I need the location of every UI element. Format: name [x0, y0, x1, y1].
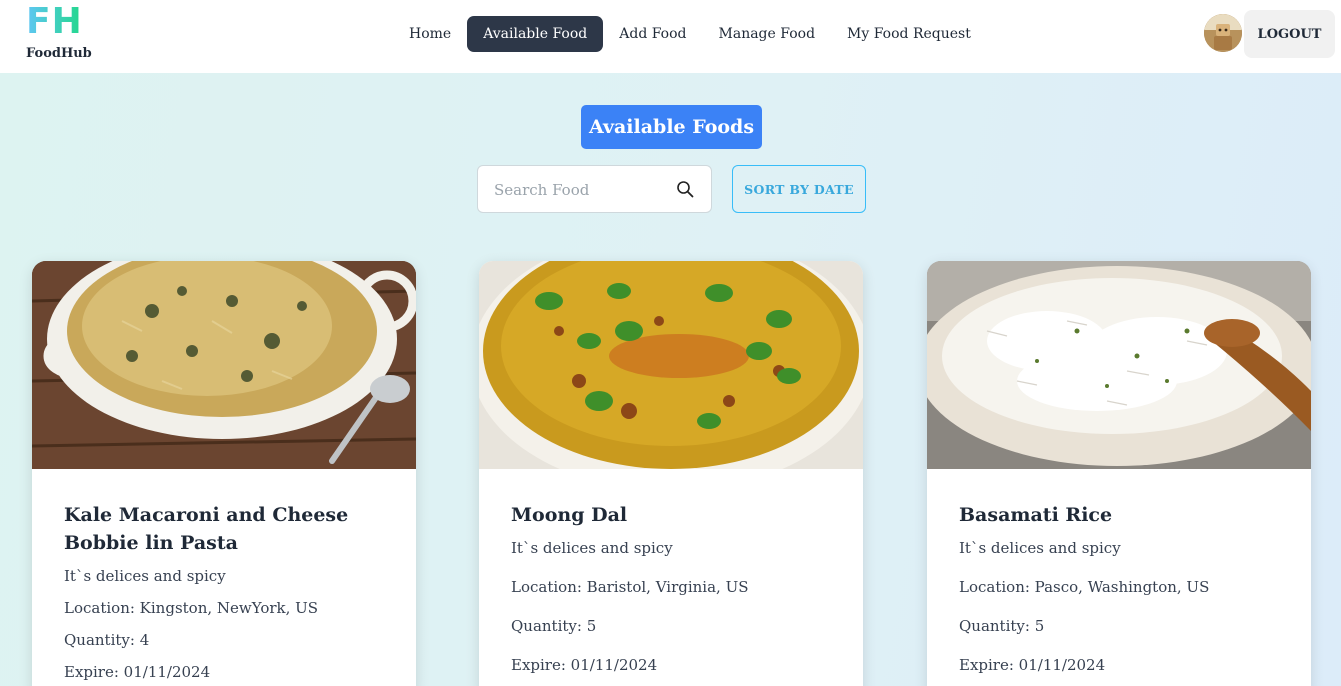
search-input[interactable]: [494, 178, 664, 202]
food-expire: Expire: 01/11/2024: [64, 663, 211, 681]
logout-button[interactable]: LOGOUT: [1244, 10, 1335, 58]
food-quantity: Quantity: 5: [511, 617, 597, 635]
food-expire: Expire: 01/11/2024: [511, 656, 658, 674]
food-location: Location: Pasco, Washington, US: [959, 578, 1210, 596]
search-icon[interactable]: [676, 180, 694, 198]
food-quantity: Quantity: 4: [64, 631, 150, 649]
food-image-pasta: [32, 261, 416, 469]
food-card[interactable]: Kale Macaroni and Cheese Bobbie lin Past…: [32, 261, 416, 686]
avatar-image: [1204, 14, 1242, 52]
brand-name: FoodHub: [26, 46, 92, 61]
nav-manage-food[interactable]: Manage Food: [703, 16, 832, 52]
food-location: Location: Kingston, NewYork, US: [64, 599, 319, 617]
nav-add-food[interactable]: Add Food: [603, 16, 702, 52]
sort-by-date-button[interactable]: SORT BY DATE: [732, 165, 866, 213]
food-image-dal: [479, 261, 863, 469]
food-image-rice: [927, 261, 1311, 469]
food-name: Kale Macaroni and Cheese Bobbie lin Past…: [64, 504, 349, 554]
navbar: FH FoodHub Home Available Food Add Food …: [0, 0, 1341, 73]
food-expire: Expire: 01/11/2024: [959, 656, 1106, 674]
food-note: It`s delices and spicy: [64, 567, 226, 585]
user-avatar[interactable]: [1204, 14, 1242, 52]
food-note: It`s delices and spicy: [959, 539, 1121, 557]
food-quantity: Quantity: 5: [959, 617, 1045, 635]
nav-my-food-request[interactable]: My Food Request: [831, 16, 987, 52]
logo-mark: FH: [26, 1, 83, 42]
nav-available-food[interactable]: Available Food: [467, 16, 604, 52]
food-card[interactable]: Basamati Rice It`s delices and spicy Loc…: [927, 261, 1311, 686]
brand-logo[interactable]: FH FoodHub: [26, 4, 96, 66]
nav-home[interactable]: Home: [393, 16, 467, 52]
food-name: Basamati Rice: [959, 504, 1113, 526]
food-note: It`s delices and spicy: [511, 539, 673, 557]
food-location: Location: Baristol, Virginia, US: [511, 578, 749, 596]
food-card[interactable]: Moong Dal It`s delices and spicy Locatio…: [479, 261, 863, 686]
page-title: Available Foods: [581, 105, 762, 149]
food-name: Moong Dal: [511, 504, 628, 526]
main-nav: Home Available Food Add Food Manage Food…: [393, 16, 987, 52]
